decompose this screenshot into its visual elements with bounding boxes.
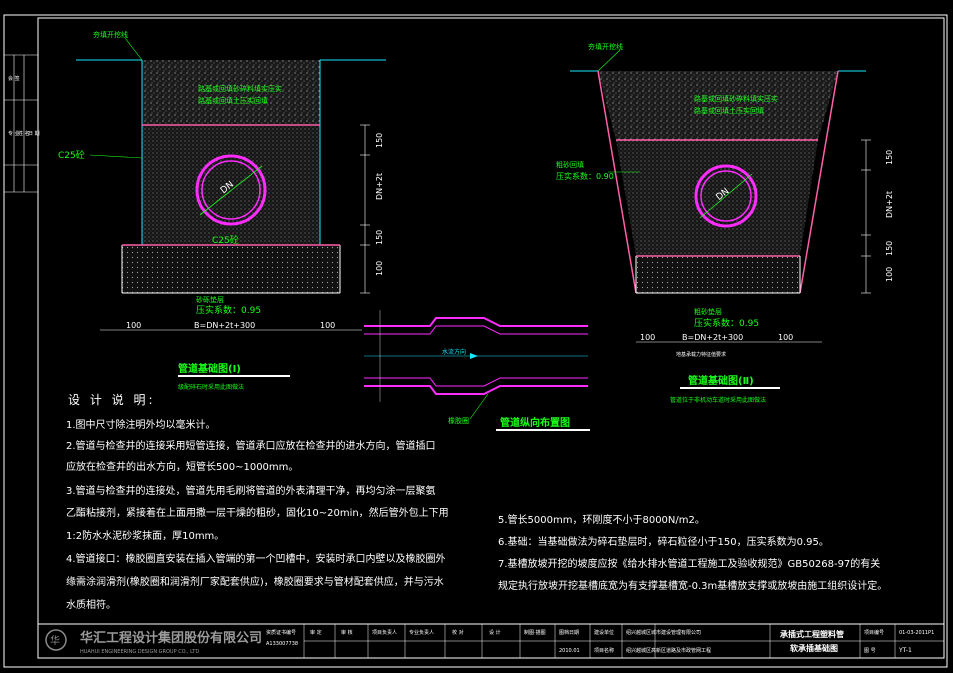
cell-discipline-lead: 专业负责人: [409, 629, 434, 636]
flow-direction-label: 水流方向: [442, 348, 466, 356]
note-line-11: 6.基础：当基础做法为碎石垫层时，碎石粒径小于150，压实系数为0.95。: [498, 535, 829, 548]
dim-bottom-right-100: 100: [320, 321, 335, 330]
title-block: 华 华汇工程设计集团股份有限公司 HUAHUI ENGINEERING DESI…: [37, 623, 945, 659]
compaction-top-label: 压实系数：0.90: [556, 171, 614, 181]
sand-cushion-label: 砂砾垫层: [196, 295, 224, 304]
dim-dn2t: DN+2t: [375, 173, 384, 200]
dim-150-top: 150: [375, 133, 384, 148]
sand-cushion-layer: [636, 256, 800, 293]
compaction-bottom-label: 压实系数：0.95: [694, 317, 759, 329]
cell-drafting: 制图·描图: [524, 629, 546, 636]
dim-dn2t: DN+2t: [885, 191, 894, 218]
strip-label-sign: 会 签: [8, 75, 20, 82]
cell-check: 校 对: [452, 629, 464, 636]
dim-150-bottom: 150: [885, 241, 894, 256]
sheet-label: 图 号: [864, 648, 876, 654]
note-line-12: 7.基槽放坡开挖的坡度应按《给水排水管道工程施工及验收规范》GB50268-97…: [498, 557, 880, 570]
note-line-8: 缘需涂润滑剂(橡胶圈和润滑剂厂家配套供应)，橡胶圈要求与管材配套供应，并与污水: [66, 575, 444, 588]
cell-review: 审 核: [341, 629, 353, 636]
backfill-trapezoid: [598, 71, 838, 140]
sheet-no: YT-1: [898, 647, 912, 654]
note-line-7: 4.管道接口：橡胶圈直安装在插入管端的第一个凹槽中，安装时承口内壁以及橡胶圈外: [66, 552, 446, 565]
sand-backfill-label: 粗砂回填: [556, 160, 584, 169]
dim-bottom-left-100: 100: [640, 333, 655, 342]
pipe-foundation-section-2: DN 夯填开挖线 路基或回填砂碎料填实压实 路基或回填土压实回填 粗砂回填 压实…: [556, 42, 894, 404]
cell-project-lead: 项目负责人: [372, 629, 397, 636]
concrete-c25-bottom-label: C25砼: [212, 234, 239, 246]
cell-client-label: 建设单位: [594, 629, 614, 636]
cert-no: A133007738: [266, 641, 298, 647]
fill-note-1: 路基或回填砂碎料填实压实: [198, 84, 282, 93]
company-name-en: HUAHUI ENGINEERING DESIGN GROUP CO., LTD: [80, 649, 199, 655]
fill-note-1: 路基或回填砂碎料填实压实: [694, 94, 778, 103]
section-2-title: 管道基础图(Ⅱ): [688, 374, 754, 387]
countersign-strip: 会 签 专 业 姓 名 日 期: [4, 54, 40, 193]
cert-label: 资质证书编号: [266, 629, 296, 636]
cell-date: 2010.01: [559, 648, 580, 654]
sand-cushion-label: 粗砂垫层: [694, 307, 722, 316]
project-no: 01-03-2011P1: [899, 630, 934, 636]
pipe-joint-longitudinal: 水流方向 橡胶圈 管道纵向布置图: [364, 310, 590, 431]
section-1-title: 管道基础图(Ⅰ): [178, 362, 241, 375]
fill-note-2: 路基或回填土压实回填: [694, 106, 764, 115]
fill-note-2: 路基或回填土压实回填: [198, 96, 268, 105]
note-line-13: 规定执行放坡开挖基槽底宽为有支撑基槽宽-0.3m基槽放支撑或放坡由施工组织设计定…: [498, 579, 887, 592]
pipe-joint-title: 管道纵向布置图: [500, 416, 570, 429]
bottom-note: 地基承载力特征值要求: [676, 351, 726, 358]
design-notes: 设 计 说 明: 1.图中尺寸除注明外均以毫米计。 2.管道与检查井的连接采用短…: [66, 392, 887, 611]
strip-label-date: 日 期: [28, 131, 40, 137]
compaction-label: 压实系数：0.95: [196, 304, 261, 316]
notes-heading: 设 计 说 明:: [68, 392, 156, 407]
dim-150-bottom: 150: [375, 230, 384, 245]
note-line-10: 5.管长5000mm，环刚度不小于8000N/m2。: [498, 513, 705, 526]
cell-date-label: 图档日期: [559, 629, 579, 636]
cell-approve: 审 定: [310, 629, 322, 636]
section-2-subtitle: 管道位于非机动车道时采用此图做法: [670, 396, 766, 404]
note-line-2: 2.管道与检查井的连接采用短管连接，管道承口应放在检查井的进水方向，管道插口: [66, 439, 436, 452]
client-name: 绍兴越城区城市建设管理有限公司: [626, 629, 701, 636]
company-name-cn: 华汇工程设计集团股份有限公司: [80, 630, 262, 646]
sand-cushion-layer: [122, 245, 340, 293]
project-name: 绍兴越城区高新区道路及市政管网工程: [626, 647, 711, 654]
cell-design: 设 计: [489, 629, 501, 636]
dim-bottom-width: B=DN+2t+300: [194, 321, 255, 330]
note-line-4: 3.管道与检查井的连接处，管道先用毛刷将管道的外表清理干净，再均匀涂一层聚氨: [66, 484, 436, 497]
company-logo: 华: [45, 629, 67, 651]
note-line-1: 1.图中尺寸除注明外均以毫米计。: [66, 418, 216, 431]
note-line-6: 1:2防水水泥砂浆抹面，厚10mm。: [66, 529, 224, 542]
svg-text:华: 华: [50, 634, 60, 647]
pipe-foundation-section-1: DN 夯填开挖线 路基或回填砂碎料填实压实 路基或回填土压实回填 C25砼 C2…: [58, 30, 386, 391]
note-line-9: 水质相符。: [66, 598, 116, 611]
cell-project-label: 项目名称: [594, 647, 614, 654]
dim-bottom-left-100: 100: [126, 321, 141, 330]
section-1-subtitle: 级配碎石时采用此图做法: [178, 383, 244, 391]
cad-drawing-sheet: 会 签 专 业 姓 名 日 期 DN 夯填开挖线 路基或回填砂碎料填实压实 路基…: [3, 14, 948, 668]
excavation-line-label: 夯填开挖线: [588, 42, 623, 51]
dim-100: 100: [375, 261, 384, 276]
rubber-ring-label: 橡胶圈: [448, 416, 469, 425]
drawing-title-1: 承插式工程塑料管: [780, 629, 844, 639]
excavation-line-label: 夯填开挖线: [93, 30, 128, 39]
drawing-title-2: 软承插基础图: [790, 643, 838, 653]
note-line-3: 应放在检查井的出水方向，短管长500~1000mm。: [66, 460, 298, 473]
dim-bottom-right-100: 100: [778, 333, 793, 342]
note-line-5: 乙酯粘接剂，紧接着在上面用撒一层干燥的粗砂，固化10~20min，然后管外包上下…: [66, 506, 449, 519]
project-no-label: 项目编号: [864, 629, 884, 636]
dim-bottom-width: B=DN+2t+300: [682, 333, 743, 342]
dim-150-top: 150: [885, 150, 894, 165]
concrete-c25-label: C25砼: [58, 149, 85, 161]
dim-100: 100: [885, 267, 894, 282]
